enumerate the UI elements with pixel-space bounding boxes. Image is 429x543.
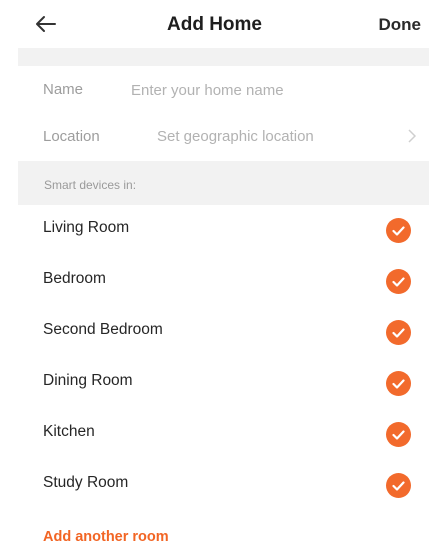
- section-edge: [0, 161, 18, 205]
- add-home-screen: Add Home Done Name Location Set geograph…: [0, 0, 429, 543]
- room-item-study-room[interactable]: Study Room: [0, 460, 429, 511]
- done-button[interactable]: Done: [379, 15, 422, 35]
- section-label: Smart devices in:: [44, 178, 137, 192]
- room-label: Bedroom: [43, 270, 106, 287]
- header-divider: [18, 48, 429, 66]
- room-item-bedroom[interactable]: Bedroom: [0, 256, 429, 307]
- room-label: Dining Room: [43, 372, 133, 389]
- room-item-kitchen[interactable]: Kitchen: [0, 409, 429, 460]
- check-icon[interactable]: [386, 320, 411, 345]
- room-label: Second Bedroom: [43, 321, 163, 338]
- name-row: Name: [18, 66, 429, 114]
- check-icon[interactable]: [386, 422, 411, 447]
- location-row[interactable]: Location Set geographic location: [18, 112, 429, 160]
- check-icon[interactable]: [386, 269, 411, 294]
- back-button[interactable]: [34, 13, 58, 35]
- home-name-input[interactable]: [131, 78, 381, 102]
- arrow-left-icon: [36, 16, 56, 32]
- check-icon[interactable]: [386, 371, 411, 396]
- chevron-right-icon: [405, 126, 419, 146]
- page-title: Add Home: [167, 14, 262, 35]
- check-icon[interactable]: [386, 473, 411, 498]
- name-label: Name: [43, 81, 84, 98]
- add-room-link[interactable]: Add another room: [43, 529, 169, 543]
- room-label: Living Room: [43, 219, 130, 236]
- room-label: Kitchen: [43, 423, 95, 440]
- room-item-second-bedroom[interactable]: Second Bedroom: [0, 307, 429, 358]
- check-icon[interactable]: [386, 218, 411, 243]
- room-item-dining-room[interactable]: Dining Room: [0, 358, 429, 409]
- location-value: Set geographic location: [157, 127, 314, 145]
- room-item-living-room[interactable]: Living Room: [0, 205, 429, 256]
- location-label: Location: [43, 127, 100, 145]
- room-label: Study Room: [43, 474, 129, 491]
- top-bar: Add Home Done: [0, 0, 429, 48]
